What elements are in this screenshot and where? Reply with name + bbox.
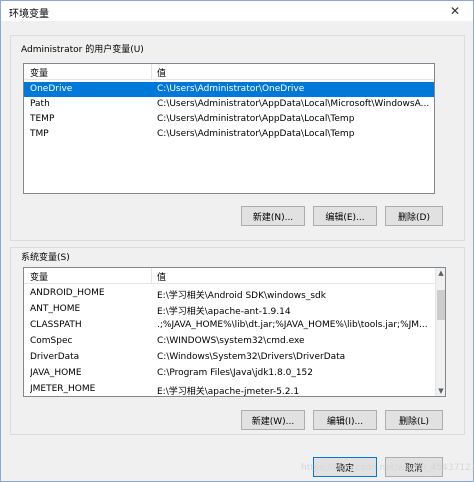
- user-variable-row-onedrive[interactable]: OneDrive C:\Users\Administrator\OneDrive: [24, 82, 434, 97]
- variable-name: ComSpec: [30, 336, 73, 346]
- variable-name: DriverData: [30, 352, 80, 362]
- scrollbar-thumb[interactable]: [437, 290, 445, 320]
- variable-name: ANT_HOME: [30, 304, 81, 314]
- variable-name: TMP: [30, 129, 49, 139]
- user-new-button[interactable]: 新建(N)...: [241, 206, 305, 226]
- system-variables-scrollbar[interactable]: ▲ ▼: [435, 268, 445, 396]
- system-variables-header: 变量 值: [24, 268, 435, 284]
- variable-value: E:\学习相关\apache-ant-1.9.14: [157, 307, 291, 317]
- system-variables-label: 系统变量(S): [21, 253, 70, 263]
- variable-name: JMETER_HOME: [30, 384, 96, 394]
- variable-value: E:\学习相关\Android SDK\windows_sdk: [157, 291, 326, 301]
- system-variables-list[interactable]: 变量 值 ANDROID_HOME E:\学习相关\Android SDK\wi…: [23, 267, 446, 397]
- variable-value: C:\Program Files\Java\jdk1.8.0_152: [157, 368, 314, 378]
- variable-name: OneDrive: [30, 84, 73, 94]
- scroll-down-icon[interactable]: ▼: [436, 386, 445, 396]
- column-header-variable[interactable]: 变量: [30, 270, 48, 283]
- column-divider[interactable]: [151, 268, 152, 284]
- user-variable-row-tmp[interactable]: TMP C:\Users\Administrator\AppData\Local…: [24, 127, 434, 142]
- variable-name: ANDROID_HOME: [30, 288, 105, 298]
- variable-value: C:\Users\Administrator\AppData\Local\Tem…: [157, 129, 355, 139]
- user-variables-label: Administrator 的用户变量(U): [21, 45, 144, 55]
- user-variables-list[interactable]: 变量 值 OneDrive C:\Users\Administrator\One…: [23, 63, 435, 194]
- user-edit-button[interactable]: 编辑(E)...: [313, 206, 377, 226]
- window-title: 环境变量: [9, 9, 49, 20]
- variable-name: Path: [30, 99, 50, 109]
- system-variable-row-java-home[interactable]: JAVA_HOME C:\Program Files\Java\jdk1.8.0…: [24, 366, 435, 381]
- column-header-value[interactable]: 值: [157, 66, 166, 79]
- user-delete-button[interactable]: 删除(D): [385, 206, 443, 226]
- system-variable-row-comspec[interactable]: ComSpec C:\WINDOWS\system32\cmd.exe: [24, 334, 435, 349]
- close-button[interactable]: ✕: [437, 1, 473, 21]
- column-divider[interactable]: [151, 64, 152, 80]
- column-header-value[interactable]: 值: [157, 270, 166, 283]
- system-delete-button[interactable]: 删除(L): [385, 410, 443, 430]
- variable-name: CLASSPATH: [30, 320, 82, 330]
- system-edit-button[interactable]: 编辑(I)...: [313, 410, 377, 430]
- variable-name: TEMP: [30, 114, 55, 124]
- watermark-text: https://blog.csdn.net/weixin_45437123: [301, 463, 474, 473]
- title-bar: 环境变量 ✕: [1, 1, 473, 21]
- variable-value: .;%JAVA_HOME%\lib\dt.jar;%JAVA_HOME%\lib…: [157, 320, 428, 330]
- user-variable-row-path[interactable]: Path C:\Users\Administrator\AppData\Loca…: [24, 97, 434, 112]
- system-variable-row-ant-home[interactable]: ANT_HOME E:\学习相关\apache-ant-1.9.14: [24, 302, 435, 317]
- column-header-variable[interactable]: 变量: [30, 66, 48, 79]
- variable-value: C:\Users\Administrator\OneDrive: [157, 84, 305, 94]
- system-new-button[interactable]: 新建(W)...: [241, 410, 305, 430]
- variable-name: JAVA_HOME: [30, 368, 82, 378]
- variable-value: E:\学习相关\apache-jmeter-5.2.1: [157, 387, 300, 397]
- scroll-up-icon[interactable]: ▲: [436, 268, 445, 278]
- user-variables-header: 变量 值: [24, 64, 434, 80]
- environment-variables-dialog: 环境变量 ✕ Administrator 的用户变量(U) 变量 值 OneDr…: [0, 0, 474, 482]
- user-variable-row-temp[interactable]: TEMP C:\Users\Administrator\AppData\Loca…: [24, 112, 434, 127]
- variable-value: C:\Users\Administrator\AppData\Local\Tem…: [157, 114, 355, 124]
- variable-value: C:\Windows\System32\Drivers\DriverData: [157, 352, 346, 362]
- system-variable-row-jmeter-home[interactable]: JMETER_HOME E:\学习相关\apache-jmeter-5.2.1: [24, 382, 435, 397]
- system-variable-row-android-home[interactable]: ANDROID_HOME E:\学习相关\Android SDK\windows…: [24, 286, 435, 301]
- system-variable-row-driverdata[interactable]: DriverData C:\Windows\System32\Drivers\D…: [24, 350, 435, 365]
- system-variable-row-classpath[interactable]: CLASSPATH .;%JAVA_HOME%\lib\dt.jar;%JAVA…: [24, 318, 435, 333]
- variable-value: C:\Users\Administrator\AppData\Local\Mic…: [157, 99, 430, 109]
- close-icon: ✕: [449, 4, 461, 18]
- variable-value: C:\WINDOWS\system32\cmd.exe: [157, 336, 305, 346]
